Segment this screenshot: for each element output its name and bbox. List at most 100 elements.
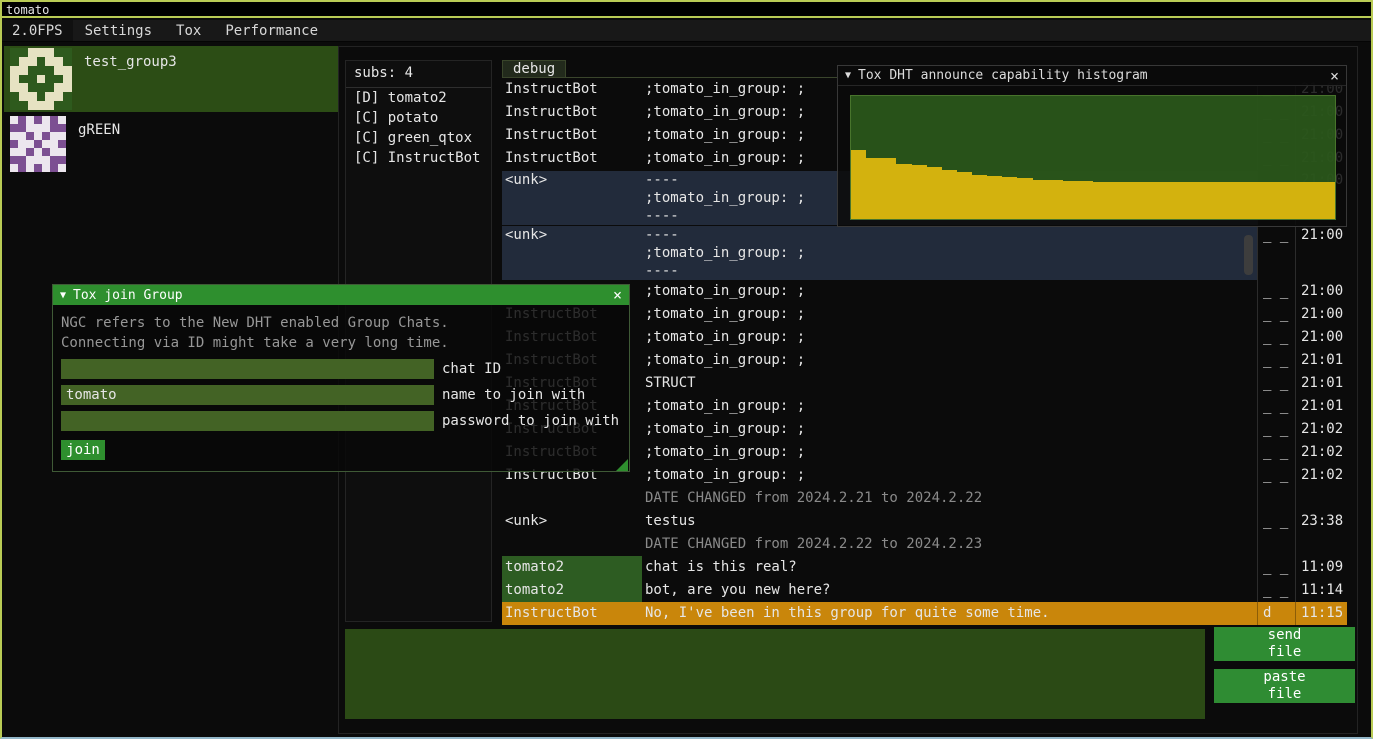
histogram-bar — [1033, 180, 1048, 219]
member-list-item[interactable]: [C] green_qtox — [346, 128, 491, 148]
message-flags: _ _ — [1257, 372, 1295, 395]
fps-counter: 2.0FPS — [2, 20, 73, 41]
paste-file-button[interactable]: paste file — [1214, 669, 1355, 703]
histogram-bar — [927, 167, 942, 219]
message-flags: _ _ — [1257, 556, 1295, 579]
contact-name: test_group3 — [84, 54, 177, 70]
menu-bar: 2.0FPS Settings Tox Performance — [2, 20, 1371, 42]
chat-id-label: chat ID — [442, 361, 501, 377]
member-list-item[interactable]: [C] InstructBot — [346, 148, 491, 168]
chat-message-row[interactable]: tomato2bot, are you new here?_ _11:14 — [502, 579, 1347, 602]
chat-message-row[interactable]: tomato2chat is this real?_ _11:09 — [502, 556, 1347, 579]
chat-message-row[interactable]: <unk>testus_ _23:38 — [502, 510, 1347, 533]
message-sender: tomato2 — [502, 556, 642, 579]
collapse-arrow-icon[interactable]: ▼ — [845, 70, 851, 81]
histogram-bar — [1214, 182, 1229, 219]
join-group-title: Tox join Group — [73, 288, 183, 303]
chat-system-row: DATE CHANGED from 2024.2.22 to 2024.2.23 — [502, 533, 1347, 556]
contact-item-test_group3[interactable]: test_group3 — [4, 46, 338, 112]
chat-id-input[interactable] — [61, 359, 434, 379]
histogram-bar — [1199, 182, 1214, 219]
chat-system-row: DATE CHANGED from 2024.2.21 to 2024.2.22 — [502, 487, 1347, 510]
message-timestamp: 21:01 — [1295, 349, 1347, 372]
histogram-plot — [850, 95, 1336, 220]
message-timestamp: 21:01 — [1295, 372, 1347, 395]
histogram-bar — [881, 158, 896, 220]
message-sender: tomato2 — [502, 579, 642, 602]
histogram-bar — [1259, 182, 1274, 219]
histogram-bar — [1290, 182, 1305, 219]
tab-debug[interactable]: debug — [502, 60, 566, 77]
message-timestamp: 21:02 — [1295, 464, 1347, 487]
message-text: ;tomato_in_group: ; — [642, 280, 1257, 303]
histogram-bar — [1244, 182, 1259, 219]
message-input[interactable] — [345, 629, 1205, 719]
chat-scrollbar-thumb[interactable] — [1244, 235, 1253, 275]
histogram-bar — [1154, 182, 1169, 219]
message-flags: _ _ — [1257, 303, 1295, 326]
join-group-body: NGC refers to the New DHT enabled Group … — [53, 305, 629, 472]
message-flags: _ _ — [1257, 510, 1295, 533]
message-sender: InstructBot — [502, 602, 642, 625]
message-timestamp — [1295, 533, 1347, 556]
message-text: STRUCT — [642, 372, 1257, 395]
histogram-bar — [1320, 182, 1335, 219]
message-flags: _ _ — [1257, 441, 1295, 464]
message-timestamp: 21:00 — [1295, 303, 1347, 326]
histogram-bar — [851, 150, 866, 219]
member-list-item[interactable]: [C] potato — [346, 108, 491, 128]
chat-message-row[interactable]: InstructBotNo, I've been in this group f… — [502, 602, 1347, 625]
histogram-bar — [1305, 182, 1320, 219]
histogram-bar — [866, 158, 881, 220]
histogram-bar — [1169, 182, 1184, 219]
join-password-input[interactable] — [61, 411, 434, 431]
close-icon[interactable]: × — [613, 285, 622, 305]
message-flags: _ _ — [1257, 349, 1295, 372]
histogram-title: Tox DHT announce capability histogram — [858, 68, 1148, 83]
message-timestamp: 21:01 — [1295, 395, 1347, 418]
message-timestamp: 21:00 — [1295, 280, 1347, 303]
message-timestamp: 11:14 — [1295, 579, 1347, 602]
histogram-bar — [1275, 182, 1290, 219]
histogram-bar — [1184, 182, 1199, 219]
message-timestamp: 21:02 — [1295, 441, 1347, 464]
window-title: tomato — [6, 3, 49, 17]
message-sender: InstructBot — [502, 124, 642, 147]
contact-name: gREEN — [78, 122, 120, 138]
join-info-line: Connecting via ID might take a very long… — [61, 333, 621, 353]
message-flags: _ _ — [1257, 280, 1295, 303]
contact-item-gREEN[interactable]: gREEN — [4, 114, 338, 174]
message-text: ;tomato_in_group: ; — [642, 326, 1257, 349]
join-group-window: ▼ Tox join Group × NGC refers to the New… — [52, 284, 630, 472]
contact-list: test_group3 gREEN — [4, 46, 338, 176]
join-name-input[interactable]: tomato — [61, 385, 434, 405]
menu-performance[interactable]: Performance — [213, 20, 330, 41]
histogram-bar — [1093, 182, 1108, 219]
histogram-bar — [1123, 182, 1138, 219]
histogram-bar — [912, 165, 927, 219]
chat-message-row[interactable]: <unk>----;tomato_in_group: ;----_ _21:00 — [502, 225, 1347, 280]
message-text: ;tomato_in_group: ; — [642, 303, 1257, 326]
resize-grip[interactable] — [616, 459, 628, 471]
join-button[interactable]: join — [61, 440, 105, 460]
member-list: [D] tomato2[C] potato[C] green_qtox[C] I… — [346, 88, 491, 168]
message-flags — [1257, 487, 1295, 510]
histogram-bar — [1229, 182, 1244, 219]
send-file-button[interactable]: send file — [1214, 627, 1355, 661]
histogram-bar — [1002, 177, 1017, 219]
join-password-label: password to join with — [442, 413, 619, 429]
collapse-arrow-icon[interactable]: ▼ — [60, 290, 66, 301]
message-flags: _ _ — [1257, 395, 1295, 418]
message-text: ;tomato_in_group: ; — [642, 418, 1257, 441]
message-timestamp — [1295, 487, 1347, 510]
message-timestamp: 11:15 — [1295, 602, 1347, 625]
member-list-item[interactable]: [D] tomato2 — [346, 88, 491, 108]
message-sender: <unk> — [502, 171, 642, 225]
histogram-bar — [1017, 178, 1032, 219]
join-info-line: NGC refers to the New DHT enabled Group … — [61, 313, 621, 333]
close-icon[interactable]: × — [1330, 66, 1339, 86]
join-group-titlebar: ▼ Tox join Group × — [53, 285, 629, 305]
menu-settings[interactable]: Settings — [73, 20, 164, 41]
menu-tox[interactable]: Tox — [164, 20, 213, 41]
message-text: ;tomato_in_group: ; — [642, 395, 1257, 418]
